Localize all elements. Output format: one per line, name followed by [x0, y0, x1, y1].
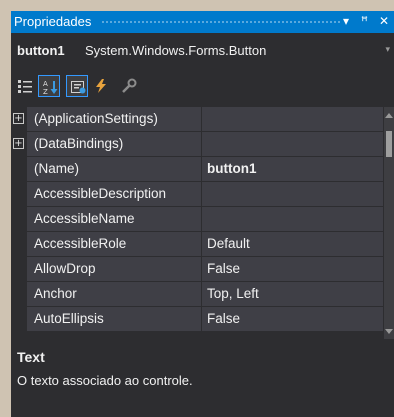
property-row[interactable]: Anchor Top, Left	[11, 282, 383, 307]
property-name: AutoEllipsis	[27, 307, 201, 331]
property-row[interactable]: AllowDrop False	[11, 257, 383, 282]
vertical-scrollbar[interactable]	[384, 107, 394, 339]
object-name: button1	[17, 43, 65, 58]
scroll-up-icon[interactable]	[385, 113, 393, 118]
property-value[interactable]	[202, 107, 383, 131]
categorized-icon	[18, 80, 32, 93]
scrollbar-thumb[interactable]	[386, 131, 392, 157]
property-row[interactable]: + (ApplicationSettings)	[11, 107, 383, 132]
property-value[interactable]	[202, 182, 383, 206]
property-value[interactable]: False	[202, 257, 383, 281]
property-name: AccessibleDescription	[27, 182, 201, 206]
property-row[interactable]: AccessibleName	[11, 207, 383, 232]
events-icon	[96, 79, 106, 93]
property-row[interactable]: AccessibleDescription	[11, 182, 383, 207]
property-value[interactable]: False	[202, 307, 383, 331]
property-name: AccessibleRole	[27, 232, 201, 256]
title-bar[interactable]: Propriedades ▾ ꟸ ✕	[11, 11, 394, 33]
property-value[interactable]	[202, 207, 383, 231]
property-pages-icon	[122, 78, 137, 93]
property-name: (ApplicationSettings)	[27, 107, 201, 131]
properties-icon	[71, 81, 86, 94]
description-pane: Text O texto associado ao controle.	[11, 341, 394, 417]
property-value[interactable]: Default	[202, 232, 383, 256]
window-options-dropdown-icon[interactable]: ▾	[343, 14, 349, 28]
svg-text:A: A	[43, 80, 48, 88]
property-name: Anchor	[27, 282, 201, 306]
property-value[interactable]: Top, Left	[202, 282, 383, 306]
property-name: AllowDrop	[27, 257, 201, 281]
pin-icon[interactable]: ꟸ	[361, 14, 368, 28]
property-row[interactable]: AutoEllipsis False	[11, 307, 383, 332]
categorized-button[interactable]	[14, 75, 36, 97]
property-pages-button[interactable]	[118, 75, 140, 97]
property-name: AccessibleName	[27, 207, 201, 231]
properties-button[interactable]	[66, 75, 88, 97]
property-row[interactable]: + (DataBindings)	[11, 132, 383, 157]
property-name: (Name)	[27, 157, 201, 181]
description-text: O texto associado ao controle.	[17, 373, 193, 388]
properties-window: Propriedades ▾ ꟸ ✕ button1 System.Window…	[11, 11, 394, 417]
close-icon[interactable]: ✕	[379, 14, 389, 28]
expand-icon[interactable]: +	[13, 138, 24, 149]
description-title: Text	[17, 349, 45, 365]
object-selector[interactable]: button1 System.Windows.Forms.Button ▾	[11, 40, 394, 62]
svg-text:Z: Z	[43, 88, 48, 95]
alphabetical-button[interactable]: A Z	[38, 75, 60, 97]
property-name: (DataBindings)	[27, 132, 201, 156]
scroll-down-icon[interactable]	[385, 329, 393, 334]
property-value[interactable]	[202, 132, 383, 156]
expand-icon[interactable]: +	[13, 113, 24, 124]
events-button[interactable]	[90, 75, 112, 97]
object-selector-dropdown-icon[interactable]: ▾	[385, 44, 390, 55]
alphabetical-icon: A Z	[43, 80, 58, 95]
properties-toolbar: A Z	[11, 75, 394, 97]
property-row[interactable]: (Name) button1	[11, 157, 383, 182]
window-title: Propriedades	[14, 14, 92, 29]
property-row[interactable]: AccessibleRole Default	[11, 232, 383, 257]
property-grid: + (ApplicationSettings) + (DataBindings)…	[11, 107, 383, 339]
property-value[interactable]: button1	[202, 157, 383, 181]
title-grip	[101, 20, 341, 24]
object-type: System.Windows.Forms.Button	[85, 43, 267, 58]
